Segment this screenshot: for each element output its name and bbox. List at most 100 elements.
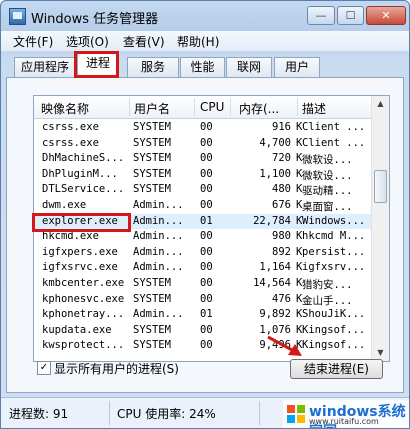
menu-file[interactable]: 文件(F) bbox=[13, 33, 53, 50]
process-memory: 14,564 bbox=[253, 277, 291, 289]
process-memory: 480 bbox=[272, 183, 291, 196]
process-cpu: 00 bbox=[200, 183, 213, 196]
table-row[interactable]: kphonetray... Admin... 01 9,892 K ShouJiK... bbox=[34, 307, 371, 322]
column-memory[interactable]: 内存(... bbox=[239, 100, 279, 117]
column-divider[interactable] bbox=[230, 98, 231, 116]
process-description: Windows... bbox=[302, 214, 366, 227]
process-cpu: 00 bbox=[200, 121, 213, 133]
process-user: Admin... bbox=[133, 245, 184, 258]
process-description: ShouJiK... bbox=[302, 308, 366, 321]
process-cpu: 00 bbox=[200, 199, 213, 211]
table-row[interactable]: kupdata.exe SYSTEM 00 1,076 K Kingsof... bbox=[34, 323, 371, 338]
vertical-scrollbar[interactable]: ▲ ▼ bbox=[371, 96, 389, 361]
process-description: 金山手... bbox=[302, 294, 353, 307]
title-bar[interactable]: Windows 任务管理器 — ☐ ✕ bbox=[1, 1, 409, 31]
process-memory: 1,100 bbox=[259, 167, 291, 180]
table-row[interactable]: csrss.exe SYSTEM 00 4,700 K Client ... bbox=[34, 136, 371, 151]
column-description[interactable]: 描述 bbox=[302, 100, 326, 117]
tab-services[interactable]: 服务 bbox=[127, 57, 179, 77]
minimize-button[interactable]: — bbox=[307, 6, 335, 25]
process-cpu: 00 bbox=[200, 136, 213, 149]
processes-panel: 映像名称 用户名 CPU 内存(... 描述 csrss.exe SYSTEM 00… bbox=[6, 77, 404, 393]
process-description: Client ... bbox=[302, 136, 366, 149]
process-cpu: 00 bbox=[200, 323, 213, 336]
process-name: kupdata.exe bbox=[42, 323, 112, 336]
tab-applications[interactable]: 应用程序 bbox=[14, 57, 76, 77]
process-user: SYSTEM bbox=[133, 121, 171, 133]
process-memory: 476 bbox=[272, 292, 291, 305]
process-cpu: 00 bbox=[200, 339, 213, 352]
process-memory: 1,076 bbox=[259, 323, 291, 336]
process-name: dwm.exe bbox=[42, 199, 87, 211]
task-manager-window: Windows 任务管理器 — ☐ ✕ 文件(F) 选项(O) 查看(V) 帮助… bbox=[0, 0, 410, 429]
maximize-button[interactable]: ☐ bbox=[337, 6, 364, 25]
show-all-label[interactable]: 显示所有用户的进程(S) bbox=[54, 360, 179, 377]
task-manager-icon bbox=[9, 8, 26, 25]
process-user: SYSTEM bbox=[133, 277, 171, 289]
process-memory: 892 bbox=[272, 245, 291, 258]
column-divider[interactable] bbox=[129, 98, 130, 116]
status-divider bbox=[259, 401, 260, 425]
column-cpu[interactable]: CPU bbox=[200, 100, 224, 114]
scroll-up-icon[interactable]: ▲ bbox=[373, 96, 388, 112]
tab-strip: 应用程序 进程 服务 性能 联网 用户 bbox=[6, 53, 404, 78]
processes-tab-highlight bbox=[74, 51, 119, 78]
menu-help[interactable]: 帮助(H) bbox=[177, 33, 219, 50]
table-row[interactable]: igfxpers.exe Admin... 00 892 Kpersist... bbox=[34, 245, 371, 260]
process-cpu: 00 bbox=[200, 167, 213, 180]
process-user: Admin... bbox=[133, 230, 184, 243]
show-all-checkbox[interactable]: ✓ bbox=[37, 361, 51, 375]
table-row[interactable]: csrss.exe SYSTEM 00 916 K Client ... bbox=[34, 120, 371, 135]
process-description: Kingsof... bbox=[302, 323, 366, 336]
process-user: Admin... bbox=[133, 214, 184, 227]
tab-performance[interactable]: 性能 bbox=[180, 57, 225, 77]
column-header-row: 映像名称 用户名 CPU 内存(... 描述 bbox=[34, 96, 371, 119]
process-description: igfxsrv... bbox=[302, 261, 366, 274]
process-name: igfxsrvc.exe bbox=[42, 261, 118, 274]
process-name: kmbcenter.exe bbox=[42, 277, 125, 289]
process-name: igfxpers.exe bbox=[42, 245, 118, 258]
explorer-row-highlight bbox=[32, 213, 131, 232]
process-cpu: 00 bbox=[200, 230, 213, 243]
process-name: kwsprotect... bbox=[42, 339, 125, 352]
column-user-name[interactable]: 用户名 bbox=[134, 100, 170, 117]
menu-view[interactable]: 查看(V) bbox=[123, 33, 165, 50]
process-cpu: 00 bbox=[200, 152, 213, 165]
process-count: 进程数: 91 bbox=[9, 407, 69, 421]
process-user: SYSTEM bbox=[133, 339, 171, 352]
tab-users[interactable]: 用户 bbox=[274, 57, 320, 77]
end-process-button[interactable]: 结束进程(E) bbox=[290, 359, 383, 379]
column-image-name[interactable]: 映像名称 bbox=[41, 100, 89, 117]
table-row[interactable]: DhMachineS... SYSTEM 00 720 K 微软设... bbox=[34, 151, 371, 166]
cpu-usage: CPU 使用率: 24% bbox=[117, 407, 216, 421]
window-title: Windows 任务管理器 bbox=[31, 12, 159, 27]
process-user: SYSTEM bbox=[133, 183, 171, 196]
process-name: DTLService... bbox=[42, 183, 125, 196]
scroll-thumb[interactable] bbox=[374, 170, 387, 203]
menu-options[interactable]: 选项(O) bbox=[66, 33, 109, 50]
process-description: 驱动精... bbox=[302, 185, 353, 198]
table-row[interactable]: igfxsrvc.exe Admin... 00 1,164 Kigfxsrv... bbox=[34, 260, 371, 275]
tab-networking[interactable]: 联网 bbox=[226, 57, 272, 77]
table-row[interactable]: kwsprotect... SYSTEM 00 9,496 K Kingsof... bbox=[34, 338, 371, 353]
table-row[interactable]: DTLService... SYSTEM 00 480 K 驱动精... bbox=[34, 182, 371, 197]
process-description: Client ... bbox=[302, 121, 366, 133]
process-user: SYSTEM bbox=[133, 167, 171, 180]
table-row[interactable]: dwm.exe Admin... 00 676 K 桌面窗... bbox=[34, 198, 371, 213]
table-row[interactable]: DhPluginM... SYSTEM 00 1,100 K 微软设... bbox=[34, 167, 371, 182]
process-description: 桌面窗... bbox=[302, 201, 353, 213]
process-description: hkcmd M... bbox=[302, 230, 366, 243]
process-memory: 4,700 bbox=[259, 136, 291, 149]
process-description: 微软设... bbox=[302, 154, 353, 167]
column-divider[interactable] bbox=[194, 98, 195, 116]
column-divider[interactable] bbox=[297, 98, 298, 116]
process-name: DhMachineS... bbox=[42, 152, 125, 165]
close-button[interactable]: ✕ bbox=[366, 6, 406, 25]
table-row[interactable]: kphonesvc.exe SYSTEM 00 476 K 金山手... bbox=[34, 292, 371, 307]
process-name: DhPluginM... bbox=[42, 167, 118, 180]
table-row[interactable]: kmbcenter.exe SYSTEM 00 14,564 K 猎豹安... bbox=[34, 276, 371, 291]
process-description: 微软设... bbox=[302, 169, 353, 182]
process-name: kphonesvc.exe bbox=[42, 292, 125, 305]
process-memory: 720 bbox=[272, 152, 291, 165]
process-cpu: 00 bbox=[200, 245, 213, 258]
